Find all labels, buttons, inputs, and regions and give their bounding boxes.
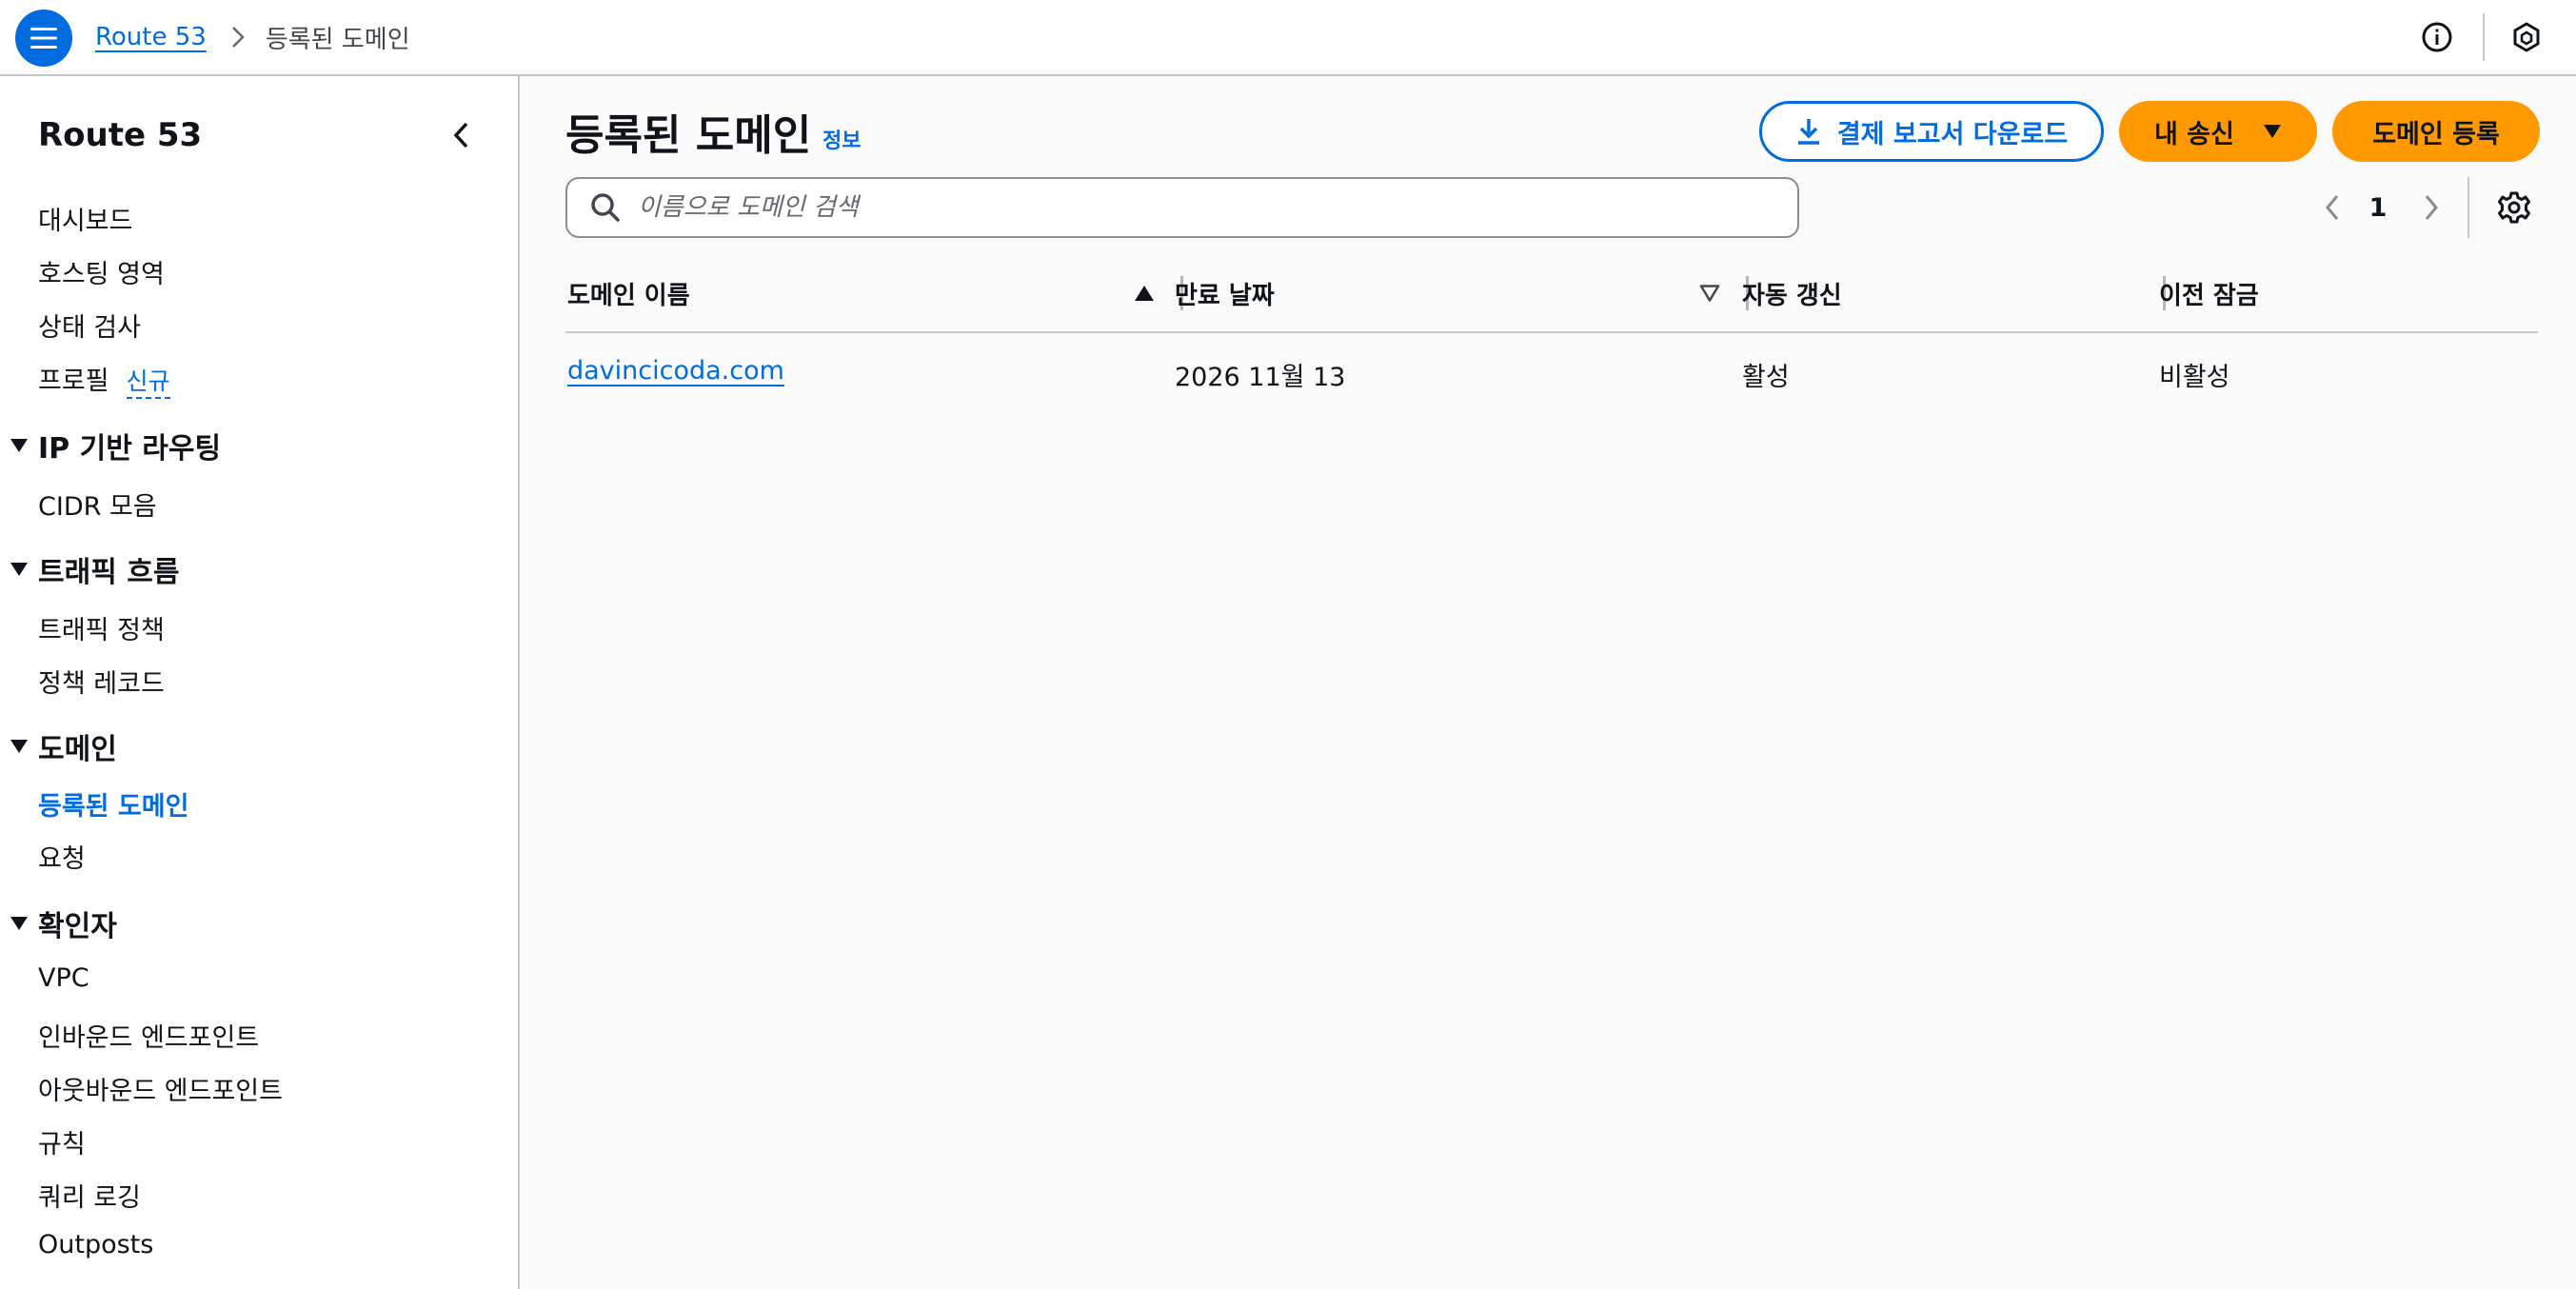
- transfer-lock-cell: 비활성: [2159, 363, 2230, 392]
- sidebar-section-title: 트래픽 흐름: [38, 556, 180, 589]
- search-icon: [586, 188, 624, 227]
- sidebar-item-dashboard[interactable]: 대시보드: [38, 200, 132, 237]
- sidebar-item-hosted-zones[interactable]: 호스팅 영역: [38, 253, 165, 290]
- domain-name-link[interactable]: davincicoda.com: [567, 356, 784, 386]
- info-circle-icon[interactable]: [2418, 18, 2456, 56]
- table-header: 도메인 이름 만료 날짜 자동 갱신 이전 잠금: [565, 253, 2538, 333]
- domain-search-box: [565, 177, 1799, 238]
- breadcrumb: Route 53 등록된 도메인: [95, 0, 410, 74]
- domain-search-input[interactable]: [638, 193, 1761, 222]
- sidebar-section-title: IP 기반 라우팅: [38, 432, 222, 466]
- column-header-domain-name[interactable]: 도메인 이름: [567, 274, 690, 312]
- sidebar-section-traffic-flow[interactable]: 트래픽 흐름: [0, 548, 179, 590]
- hamburger-menu-icon[interactable]: [15, 10, 72, 67]
- sidebar-item-profiles[interactable]: 프로필 신규: [38, 360, 170, 399]
- current-page-number[interactable]: 1: [2359, 183, 2397, 232]
- sort-descending-icon[interactable]: [1694, 278, 1725, 308]
- expiration-date-cell: 2026 11월 13: [1175, 363, 1346, 392]
- hexagon-notification-icon[interactable]: [2507, 18, 2546, 56]
- sidebar-item-inbound-endpoints[interactable]: 인바운드 엔드포인트: [38, 1017, 259, 1054]
- sidebar-section-ip-routing[interactable]: IP 기반 라우팅: [0, 425, 221, 466]
- caret-down-icon: [0, 916, 38, 931]
- sidebar-section-resolver[interactable]: 확인자: [0, 902, 117, 944]
- new-badge: 신규: [126, 367, 170, 399]
- sidebar-section-title: 도메인: [38, 733, 117, 766]
- caret-down-icon: [2263, 124, 2282, 139]
- table-row: davincicoda.com 2026 11월 13 활성 비활성: [565, 333, 2538, 415]
- column-header-transfer-lock[interactable]: 이전 잠금: [2159, 274, 2259, 312]
- gear-icon[interactable]: [2492, 183, 2536, 232]
- column-header-auto-renew[interactable]: 자동 갱신: [1742, 274, 1842, 312]
- sidebar-item-cidr-collections[interactable]: CIDR 모음: [38, 486, 157, 523]
- top-divider: [2483, 13, 2485, 61]
- register-domain-button[interactable]: 도메인 등록: [2332, 101, 2540, 162]
- main-content: 등록된 도메인 정보 결제 보고서 다운로드 내 송신 도메인 등록 1 도메인…: [522, 76, 2576, 1289]
- sidebar-item-outbound-endpoints[interactable]: 아웃바운드 엔드포인트: [38, 1070, 283, 1107]
- caret-down-icon: [0, 562, 38, 577]
- page-title: 등록된 도메인: [565, 111, 812, 160]
- sidebar-item-policy-records[interactable]: 정책 레코드: [38, 663, 165, 700]
- caret-down-icon: [0, 438, 38, 453]
- breadcrumb-route53-link[interactable]: Route 53: [95, 23, 207, 51]
- sidebar-item-requests[interactable]: 요청: [38, 838, 86, 875]
- next-page-icon[interactable]: [2412, 183, 2450, 232]
- sidebar-item-health-checks[interactable]: 상태 검사: [38, 307, 141, 344]
- my-transfers-dropdown-button[interactable]: 내 송신: [2119, 101, 2317, 162]
- download-billing-report-label: 결제 보고서 다운로드: [1836, 119, 2069, 149]
- pagination-divider: [2467, 177, 2469, 238]
- caret-down-icon: [0, 739, 38, 754]
- sidebar-item-traffic-policies[interactable]: 트래픽 정책: [38, 609, 165, 646]
- info-link[interactable]: 정보: [822, 124, 861, 154]
- top-navigation-bar: Route 53 등록된 도메인: [0, 0, 2576, 76]
- sidebar-title: Route 53: [38, 116, 203, 154]
- download-billing-report-button[interactable]: 결제 보고서 다운로드: [1759, 101, 2104, 162]
- breadcrumb-current: 등록된 도메인: [265, 25, 410, 54]
- sidebar-section-title: 확인자: [38, 910, 117, 943]
- sidebar-section-domains[interactable]: 도메인: [0, 725, 117, 767]
- download-icon: [1795, 117, 1822, 146]
- previous-page-icon[interactable]: [2313, 183, 2351, 232]
- sidebar-item-profiles-label: 프로필: [38, 367, 109, 396]
- sort-ascending-icon[interactable]: [1129, 278, 1159, 308]
- sidebar: Route 53 대시보드 호스팅 영역 상태 검사 프로필 신규 IP 기반 라…: [0, 76, 520, 1289]
- sidebar-item-outposts[interactable]: Outposts: [38, 1230, 153, 1259]
- my-transfers-label: 내 송신: [2154, 119, 2234, 149]
- chevron-right-icon: [231, 26, 245, 49]
- collapse-sidebar-icon[interactable]: [442, 116, 480, 154]
- sidebar-item-query-logging[interactable]: 쿼리 로깅: [38, 1177, 141, 1214]
- sidebar-item-registered-domains[interactable]: 등록된 도메인: [38, 785, 188, 823]
- sidebar-item-rules[interactable]: 규칙: [38, 1123, 86, 1160]
- auto-renew-cell: 활성: [1742, 363, 1790, 392]
- column-header-expiration-label[interactable]: 만료 날짜: [1175, 274, 1275, 312]
- sidebar-item-vpcs[interactable]: VPC: [38, 963, 89, 993]
